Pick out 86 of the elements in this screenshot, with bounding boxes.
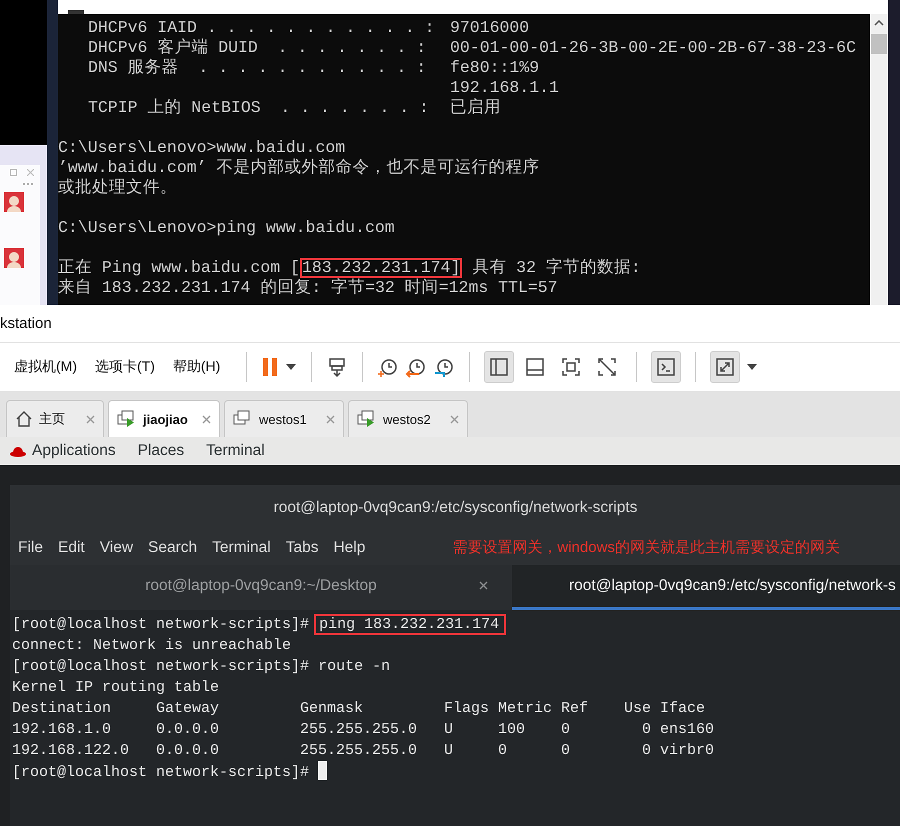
console-line: ’www.baidu.com’ 不是内部或外部命令，也不是可运行的程序 — [58, 158, 540, 178]
scrollbar-thumb[interactable] — [871, 34, 887, 54]
menu-item[interactable]: Applications — [32, 442, 116, 460]
home-icon — [15, 410, 33, 428]
config-label: DHCPv6 IAID . . . . . . . . . . . : — [88, 18, 436, 38]
stretch-icon[interactable] — [714, 356, 736, 378]
vm-tab[interactable]: 主页 — [6, 400, 104, 437]
column-header: Use — [624, 699, 652, 719]
config-value: 97016000 — [450, 18, 530, 38]
menu-item[interactable]: Terminal — [206, 442, 265, 460]
terminal-tab[interactable]: root@laptop-0vq9can9:~/Desktop — [10, 565, 512, 610]
config-label: TCPIP 上的 NetBIOS . . . . . . . : — [88, 98, 430, 118]
column-header: Iface — [660, 699, 706, 719]
sidebar-view-icon[interactable] — [488, 356, 510, 378]
scrollbar[interactable] — [870, 14, 888, 305]
config-label: DNS 服务器 . . . . . . . . . . . : — [88, 58, 428, 78]
menu-item[interactable]: Terminal — [212, 538, 271, 556]
cursor — [318, 761, 328, 780]
vm-tab[interactable]: westos1 — [224, 400, 344, 437]
vm-tab[interactable]: westos2 — [348, 400, 468, 437]
avatar-icon[interactable] — [4, 248, 24, 268]
menu-item[interactable]: Tabs — [286, 538, 318, 556]
close-icon[interactable] — [479, 581, 488, 590]
column-header: Destination — [12, 699, 112, 719]
table-cell-text: U — [444, 720, 454, 740]
terminal-line: [root@localhost network-scripts]# route -n — [12, 657, 392, 677]
table-cell-text: 255.255.255.0 — [300, 720, 418, 740]
table-cell-text: 192.168.122.0 — [12, 741, 130, 761]
thumbnail-view-icon[interactable] — [524, 356, 546, 378]
table-cell-text: U — [444, 741, 454, 761]
terminal-line: Kernel IP routing table — [12, 678, 220, 698]
menu-item[interactable]: View — [100, 538, 134, 556]
menu-item[interactable]: Edit — [58, 538, 85, 556]
console-line: 来自 183.232.231.174 的回复: 字节=32 时间=12ms TTL=57 — [58, 278, 559, 298]
fullscreen-icon[interactable] — [560, 356, 582, 378]
close-icon[interactable] — [202, 414, 211, 424]
console-line: C:\Users\Lenovo>ping www.baidu.com — [58, 218, 396, 238]
pause-icon[interactable] — [261, 356, 280, 378]
menu-item[interactable]: 虚拟机(M) — [14, 358, 77, 376]
window-title: root@laptop-0vq9can9:/etc/sysconfig/network-scripts — [274, 498, 638, 516]
menu-item[interactable]: 选项卡(T) — [95, 358, 155, 376]
terminal-line: [root@localhost network-scripts]# ping 183.232.231.174 — [12, 614, 900, 635]
column-header: Flags — [444, 699, 490, 719]
table-cell-text: 0 — [641, 720, 652, 740]
menu-item[interactable]: 帮助(H) — [172, 358, 220, 376]
avatar-icon[interactable] — [4, 192, 24, 212]
caret-icon[interactable] — [746, 363, 758, 371]
config-value: 192.168.1.1 — [450, 78, 559, 98]
terminal-line: [root@localhost network-scripts]# — [12, 761, 900, 782]
menu-item[interactable]: Places — [138, 442, 184, 460]
table-cell-text: virbr0 — [660, 741, 716, 761]
table-cell-text: ens160 — [660, 720, 716, 740]
table-cell-text: 0 — [561, 720, 572, 740]
table-cell-text: 0.0.0.0 — [156, 720, 220, 740]
more-icon[interactable] — [22, 182, 34, 186]
console-icon[interactable] — [655, 356, 678, 378]
table-cell-text: 255.255.255.0 — [300, 741, 418, 761]
window-icon — [68, 10, 84, 14]
config-label: DHCPv6 客户端 DUID . . . . . . . : — [88, 38, 428, 58]
terminal-line: connect: Network is unreachable — [12, 636, 292, 656]
table-cell-text: 100 — [498, 720, 526, 740]
column-header: Ref — [561, 699, 590, 719]
console-line: 或批处理文件。 — [58, 178, 178, 198]
table-cell-text: 0.0.0.0 — [156, 741, 220, 761]
config-value: fe80::1%9 — [450, 58, 540, 78]
vm-tab[interactable]: jiaojiao — [108, 400, 220, 437]
window-title: kstation — [0, 315, 52, 332]
column-header: Metric — [498, 699, 554, 719]
config-value: 已启用 — [450, 98, 501, 118]
console-line: 正在 Ping www.baidu.com [183.232.231.174] 具有 32 字节的数据: — [58, 258, 642, 278]
annotation-text: 需要设置网关，windows的网关就是此主机需要设定的网关 — [452, 538, 840, 557]
table-cell-text: 0 — [498, 741, 508, 761]
config-value: 00-01-00-01-26-3B-00-2E-00-2B-67-38-23-6C — [450, 38, 856, 58]
column-header: Genmask — [300, 699, 364, 719]
menu-item[interactable]: Help — [333, 538, 366, 556]
scroll-up-icon[interactable] — [874, 20, 884, 26]
column-header: Gateway — [156, 699, 220, 719]
menu-item[interactable]: Search — [148, 538, 198, 556]
menu-item[interactable]: File — [18, 538, 43, 556]
table-cell-text: 192.168.1.0 — [12, 720, 112, 740]
console-line: C:\Users\Lenovo>www.baidu.com — [58, 138, 346, 158]
table-cell-text: 0 — [641, 741, 652, 761]
caret-icon[interactable] — [285, 363, 298, 371]
hat-icon — [10, 445, 26, 457]
unity-view-icon[interactable] — [596, 356, 618, 378]
table-cell-text: 0 — [561, 741, 572, 761]
